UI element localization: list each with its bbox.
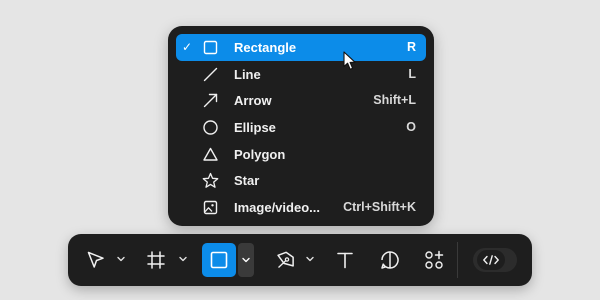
menu-item-label: Rectangle [234, 40, 297, 55]
polygon-icon [202, 146, 219, 163]
image-icon [202, 199, 219, 216]
actions-icon [423, 249, 445, 271]
bottom-toolbar [68, 234, 532, 286]
pen-icon [275, 249, 297, 271]
move-tool-dropdown[interactable] [116, 252, 126, 266]
shape-tools-menu: ✓ Rectangle R Line L Arrow Shift+L Ellip… [168, 26, 434, 226]
ellipse-icon [202, 119, 219, 136]
menu-item-label: Polygon [234, 146, 286, 162]
shape-tool-dropdown[interactable] [238, 243, 254, 277]
text-icon [334, 249, 356, 271]
menu-item-label: Arrow [234, 93, 272, 109]
menu-item-polygon[interactable]: Polygon [176, 141, 426, 168]
rectangle-icon [202, 39, 219, 56]
menu-item-shortcut: L [408, 66, 416, 81]
chevron-down-icon [117, 256, 125, 262]
menu-item-line[interactable]: Line L [176, 61, 426, 88]
comment-tool-button[interactable] [376, 246, 404, 274]
frame-tool-dropdown[interactable] [178, 252, 188, 266]
rectangle-icon [208, 249, 230, 271]
star-icon [202, 172, 219, 189]
frame-tool-button[interactable] [142, 246, 170, 274]
toggle-knob [477, 250, 505, 270]
pen-tool-dropdown[interactable] [305, 252, 315, 266]
cursor-icon [85, 249, 107, 271]
menu-item-ellipse[interactable]: Ellipse O [176, 114, 426, 141]
arrow-icon [202, 92, 219, 109]
text-tool-button[interactable] [331, 246, 359, 274]
menu-item-label: Ellipse [234, 120, 276, 136]
checkmark-icon: ✓ [182, 40, 193, 54]
chevron-down-icon [306, 256, 314, 262]
move-tool-button[interactable] [82, 246, 110, 274]
pen-tool-button[interactable] [272, 246, 300, 274]
menu-item-image-video[interactable]: Image/video... Ctrl+Shift+K [176, 194, 426, 221]
menu-item-shortcut: O [406, 120, 416, 135]
menu-item-star[interactable]: Star [176, 167, 426, 194]
menu-item-shortcut: Ctrl+Shift+K [343, 200, 416, 215]
menu-item-label: Line [234, 66, 261, 82]
menu-item-label: Star [234, 173, 260, 189]
menu-item-shortcut: R [406, 40, 416, 54]
code-icon [482, 254, 500, 266]
menu-item-label: Image/video... [234, 200, 320, 216]
chevron-down-icon [179, 256, 187, 262]
chevron-down-icon [242, 257, 250, 263]
frame-icon [145, 249, 167, 271]
menu-item-arrow[interactable]: Arrow Shift+L [176, 87, 426, 114]
menu-item-rectangle[interactable]: ✓ Rectangle R [176, 34, 426, 61]
line-icon [202, 66, 219, 83]
dev-mode-toggle[interactable] [473, 248, 517, 272]
menu-item-shortcut: Shift+L [373, 93, 416, 108]
toolbar-divider [457, 242, 458, 278]
mouse-cursor-icon [343, 51, 357, 71]
comment-icon [379, 249, 401, 271]
shape-tool-button[interactable] [202, 243, 236, 277]
actions-tool-button[interactable] [420, 246, 448, 274]
